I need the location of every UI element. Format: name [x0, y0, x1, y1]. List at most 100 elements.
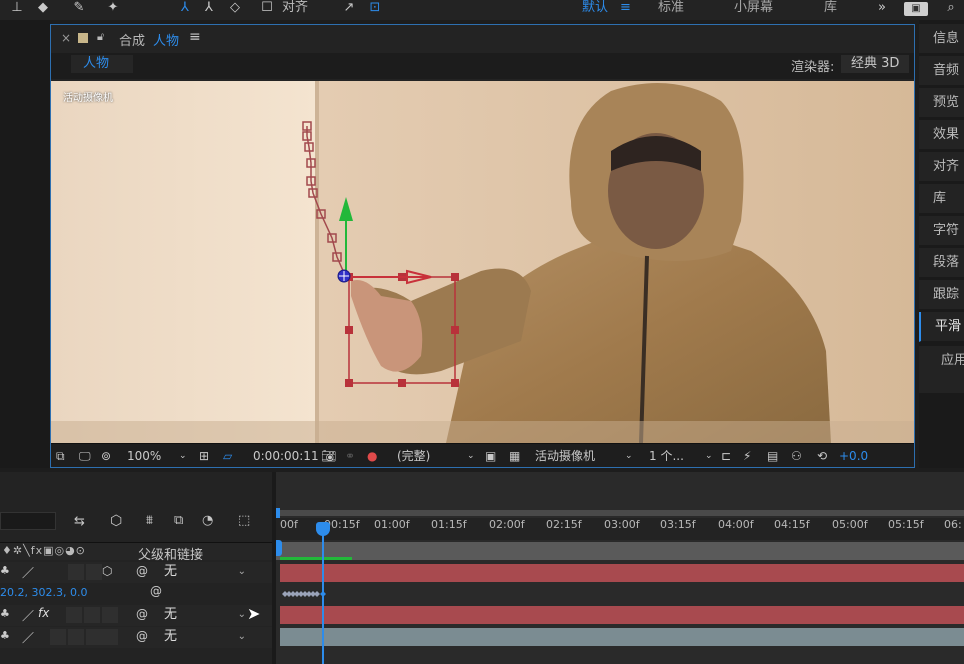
timecode-display[interactable]: 0:00:00:11 [253, 447, 319, 465]
more-workspaces-button[interactable]: » [878, 0, 886, 18]
comp-title-name[interactable]: 人物 [153, 30, 179, 49]
renderer-value[interactable]: 经典 3D [841, 55, 909, 73]
transparency-grid-icon[interactable]: ▱ [223, 447, 232, 465]
pin-icon[interactable]: ✦ [102, 0, 124, 18]
layer-row[interactable]: ♣ ／ fx @ 无 ⌄ [0, 605, 272, 626]
keyframe-strip[interactable] [280, 588, 326, 598]
quality-switch-icon[interactable]: ／ [22, 564, 34, 581]
panel-menu-icon[interactable]: ≡ [189, 29, 201, 45]
world-axis-icon[interactable]: ⅄ [198, 0, 220, 18]
snap-icon[interactable]: ↗ [338, 0, 360, 18]
comp-color-label[interactable] [78, 33, 88, 43]
draft-3d-icon[interactable]: ⬡ [110, 513, 122, 529]
fast-preview-icon[interactable]: ⚡︎ [743, 447, 751, 465]
layer-search-input[interactable] [0, 512, 56, 530]
pickwhip-icon[interactable]: @ [136, 629, 148, 643]
snapshot-icon[interactable]: 📷︎ [321, 447, 336, 465]
workspace-small-screen[interactable]: 小屏幕 [734, 0, 773, 18]
lock-icon[interactable]: 🔓︎ [97, 30, 104, 44]
region-of-interest-icon[interactable]: ▣ [485, 447, 496, 465]
panel-tracker[interactable]: 跟踪 [919, 280, 964, 310]
roto-brush-icon[interactable]: ✎ [68, 0, 90, 18]
3d-layer-icon[interactable]: ⬡ [102, 564, 112, 578]
layer-row[interactable]: ♣ ／ @ 无 ⌄ [0, 627, 272, 648]
panel-preview[interactable]: 预览 [919, 88, 964, 118]
parent-dropdown[interactable]: 无 ⌄ [158, 563, 250, 581]
align-checkbox[interactable]: ☐ [260, 0, 274, 18]
fx-icon[interactable]: fx [38, 606, 49, 620]
monitor-icon[interactable]: 🖵︎ [79, 447, 91, 465]
reset-exposure-icon[interactable]: ⟲ [817, 447, 827, 465]
motion-blur-icon[interactable]: ◔ [202, 513, 213, 528]
work-area-start[interactable] [276, 508, 280, 518]
sync-settings-icon[interactable]: ▣ [904, 2, 928, 16]
current-time-indicator[interactable] [322, 522, 324, 664]
timeline-icon[interactable]: ▤ [767, 447, 778, 465]
quality-switch-icon[interactable]: ／ [22, 629, 34, 646]
switch-box[interactable] [84, 607, 100, 623]
lock-icon[interactable]: ♣ [0, 564, 10, 577]
panel-info[interactable]: 信息 [919, 24, 964, 54]
comp-flow-tab[interactable]: 人物 [71, 55, 133, 73]
position-property-row[interactable]: 20.2, 302.3, 0.0 @ [0, 583, 272, 604]
switch-box[interactable] [66, 607, 82, 623]
workspace-library[interactable]: 库 [824, 0, 837, 18]
switch-box[interactable] [86, 564, 102, 580]
fit-icon[interactable]: ⊞ [199, 447, 209, 465]
workspace-standard[interactable]: 标准 [658, 0, 684, 18]
workspace-menu-icon[interactable]: ≡ [620, 0, 631, 18]
search-icon[interactable]: ⌕ [940, 0, 962, 18]
parent-dropdown[interactable]: 无 ⌄ [158, 628, 250, 646]
comp-mini-flowchart-icon[interactable]: ⇆ [74, 514, 85, 529]
panel-audio[interactable]: 音频 [919, 56, 964, 86]
layer-bar[interactable] [280, 606, 964, 624]
panel-smoother[interactable]: 平滑 [919, 312, 964, 342]
show-snapshot-icon[interactable]: ⚭ [345, 447, 355, 465]
panel-paragraph[interactable]: 段落 [919, 248, 964, 278]
mask-visibility-icon[interactable]: ⊚ [101, 447, 111, 465]
shy-layers-icon[interactable]: ⩩ [146, 513, 153, 528]
flowchart-icon[interactable]: ⚇ [791, 447, 802, 465]
layer-bar[interactable] [280, 564, 964, 582]
quality-switch-icon[interactable]: ／ [22, 607, 34, 624]
pickwhip-icon[interactable]: @ [136, 607, 148, 621]
eraser-icon[interactable]: ◆ [32, 0, 54, 18]
graph-editor-icon[interactable]: ⬚ [238, 513, 250, 528]
close-tab-icon[interactable]: × [61, 31, 71, 45]
pickwhip-icon[interactable]: @ [150, 584, 162, 598]
views-dropdown[interactable]: 1 个... ⌄ [649, 447, 715, 465]
panel-align[interactable]: 对齐 [919, 152, 964, 182]
parent-dropdown[interactable]: 无 ⌄ [158, 606, 250, 624]
switch-box[interactable] [68, 564, 84, 580]
work-area-marker[interactable] [276, 540, 282, 556]
position-value[interactable]: 20.2, 302.3, 0.0 [0, 586, 87, 599]
panel-library[interactable]: 库 [919, 184, 964, 214]
panel-effects[interactable]: 效果 [919, 120, 964, 150]
composition-viewer[interactable]: 活动摄像机 [51, 81, 914, 443]
camera-dropdown[interactable]: 活动摄像机 ⌄ [535, 447, 635, 465]
lock-icon[interactable]: ♣ [0, 607, 10, 620]
layer-row[interactable]: ♣ ／ ⬡ @ 无 ⌄ [0, 562, 272, 583]
workspace-default[interactable]: 默认 [582, 0, 608, 18]
resolution-dropdown[interactable]: (完整) ⌄ [397, 447, 477, 465]
view-axis-icon[interactable]: ◇ [224, 0, 246, 18]
playhead-handle[interactable] [316, 522, 330, 536]
switch-box[interactable] [102, 629, 118, 645]
checker-icon[interactable]: ▦ [509, 447, 520, 465]
switch-box[interactable] [102, 607, 118, 623]
frame-blending-icon[interactable]: ⧉ [174, 513, 183, 528]
color-channels-icon[interactable]: ● [367, 447, 377, 465]
pickwhip-icon[interactable]: @ [136, 564, 148, 578]
layer-bar[interactable] [280, 628, 964, 646]
snap-target-icon[interactable]: ⊡ [364, 0, 386, 18]
panel-character[interactable]: 字符 [919, 216, 964, 246]
zoom-dropdown[interactable]: 100% ⌄ [127, 447, 191, 465]
switch-box[interactable] [50, 629, 66, 645]
lock-icon[interactable]: ♣ [0, 629, 10, 642]
work-area-bar[interactable] [276, 510, 964, 516]
draft3d-icon[interactable]: ⊏ [721, 447, 731, 465]
puppet-pin-icon[interactable]: ⊥ [6, 0, 28, 18]
always-preview-icon[interactable]: ⧉ [56, 447, 65, 465]
panel-divider[interactable] [272, 472, 276, 664]
exposure-value[interactable]: +0.0 [839, 447, 868, 465]
